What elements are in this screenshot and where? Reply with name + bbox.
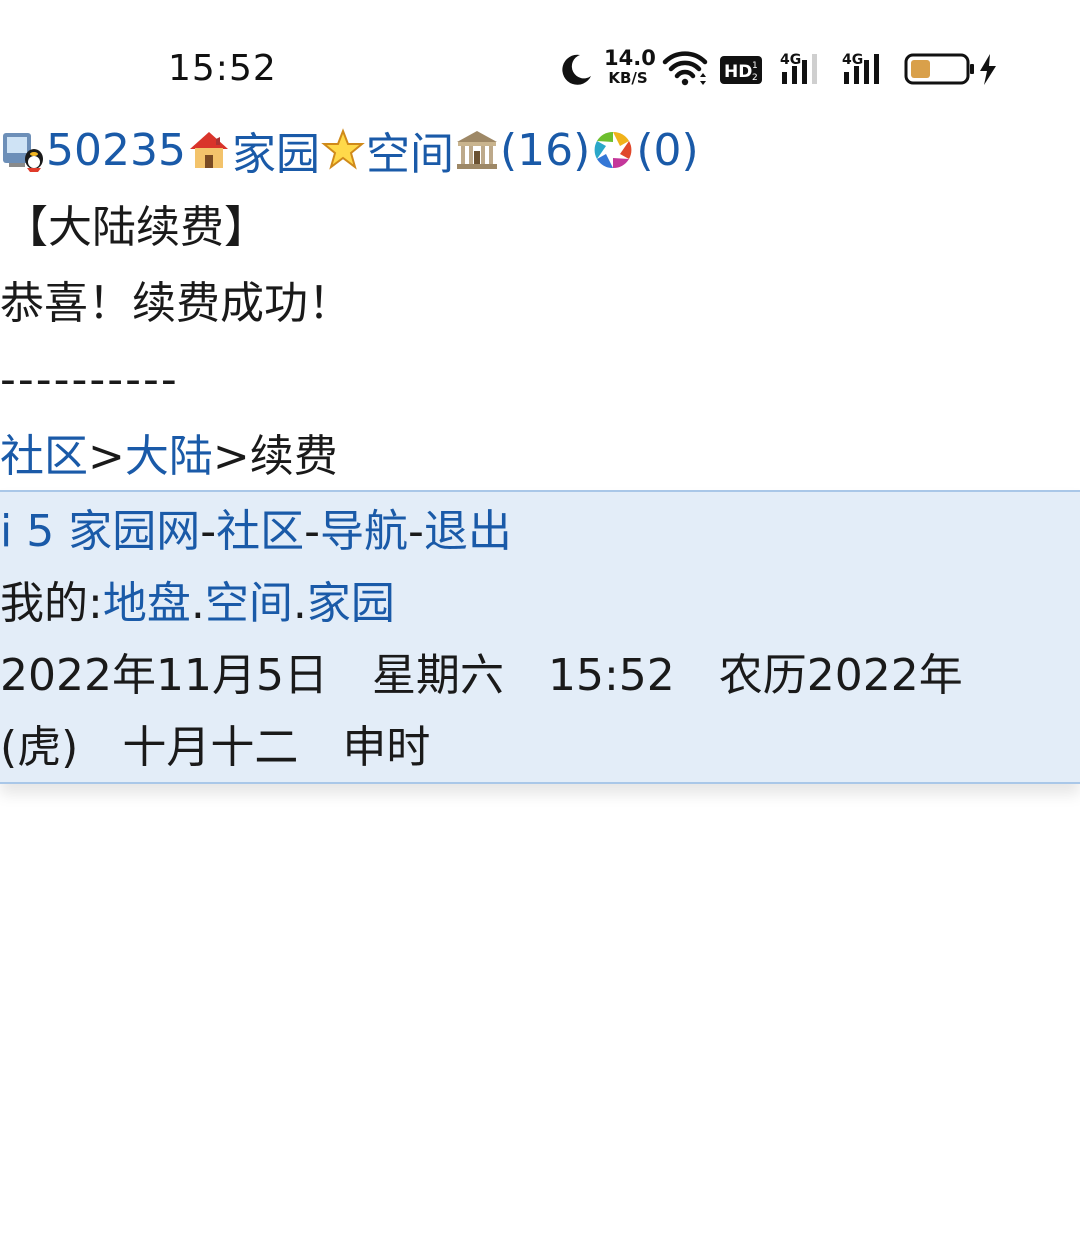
home-link[interactable]: 家园 xyxy=(232,118,320,182)
land-link[interactable]: 地盘 xyxy=(103,578,191,629)
my-home-link[interactable]: 家园 xyxy=(307,578,395,629)
footer-nav-link[interactable]: 导航 xyxy=(320,506,408,557)
footer-nav: i 5 家园网-社区-导航-退出 xyxy=(0,496,1080,568)
breadcrumb: 社区>大陆>续费 xyxy=(0,418,1080,496)
date-line-1: 2022年11月5日 星期六 15:52 农历2022年 xyxy=(0,650,963,701)
hd-label: HD xyxy=(724,62,752,82)
footer-community-link[interactable]: 社区 xyxy=(216,506,304,557)
qq-user-icon xyxy=(3,133,43,172)
home-icon xyxy=(189,132,228,168)
user-id-link[interactable]: 50235 xyxy=(46,125,186,176)
signal-strength-icon-sim2: 4G xyxy=(842,52,879,84)
breadcrumb-current: 续费 xyxy=(249,431,338,482)
svg-text:2: 2 xyxy=(752,73,758,83)
footer-dot: . xyxy=(292,578,307,629)
svg-text:1: 1 xyxy=(752,61,758,71)
mine-label: 我的: xyxy=(0,578,103,629)
footer-dash: - xyxy=(407,506,424,557)
signal-strength-icon-sim1: 4G xyxy=(780,52,817,84)
bank-building-icon xyxy=(456,131,497,169)
site-home-link[interactable]: i 5 家园网 xyxy=(0,506,200,557)
footer-dash: - xyxy=(200,506,217,557)
date-line-2: (虎) 十月十二 申时 xyxy=(0,722,431,773)
success-message: 恭喜！续费成功！ xyxy=(0,278,352,329)
network-speed: 14.0 KB/S xyxy=(604,46,656,87)
do-not-disturb-moon-icon xyxy=(562,54,591,85)
page-title: 【大陆续费】 xyxy=(4,202,268,253)
star-space-icon xyxy=(321,128,365,170)
color-count-link[interactable]: (0) xyxy=(636,125,698,176)
network-speed-unit: KB/S xyxy=(608,69,648,87)
color-wheel-icon xyxy=(594,131,632,169)
page-content: 50235 家园 空间 (16) (0) 【大陆续费】 恭喜！续费成功！ ---… xyxy=(0,112,1080,496)
footer-dot: . xyxy=(190,578,205,629)
signal2-label: 4G xyxy=(842,52,863,68)
breadcrumb-community-link[interactable]: 社区 xyxy=(0,431,88,482)
separator-dashes: ---------- xyxy=(0,354,179,405)
site-footer: i 5 家园网-社区-导航-退出 我的:地盘.空间.家园 2022年11月5日 … xyxy=(0,490,1080,784)
status-bar: 15:52 14.0 KB/S HD 1 2 4G 4G xyxy=(0,0,1080,120)
battery-charging-icon xyxy=(904,53,996,85)
signal1-label: 4G xyxy=(780,52,801,68)
space-link[interactable]: 空间 xyxy=(366,118,454,182)
bank-count-link[interactable]: (16) xyxy=(500,125,590,176)
user-toolbar: 50235 家园 空间 (16) (0) xyxy=(0,112,1080,188)
my-space-link[interactable]: 空间 xyxy=(205,578,293,629)
hd-voice-icon: HD 1 2 xyxy=(720,56,762,84)
logout-link[interactable]: 退出 xyxy=(424,506,512,557)
footer-mine: 我的:地盘.空间.家园 xyxy=(0,568,1080,640)
breadcrumb-separator: > xyxy=(212,431,250,482)
network-speed-value: 14.0 xyxy=(604,46,656,70)
footer-dash: - xyxy=(304,506,320,557)
status-time: 15:52 xyxy=(168,48,277,89)
breadcrumb-mainland-link[interactable]: 大陆 xyxy=(125,431,213,482)
breadcrumb-separator: > xyxy=(88,431,125,482)
wifi-icon xyxy=(662,51,708,86)
